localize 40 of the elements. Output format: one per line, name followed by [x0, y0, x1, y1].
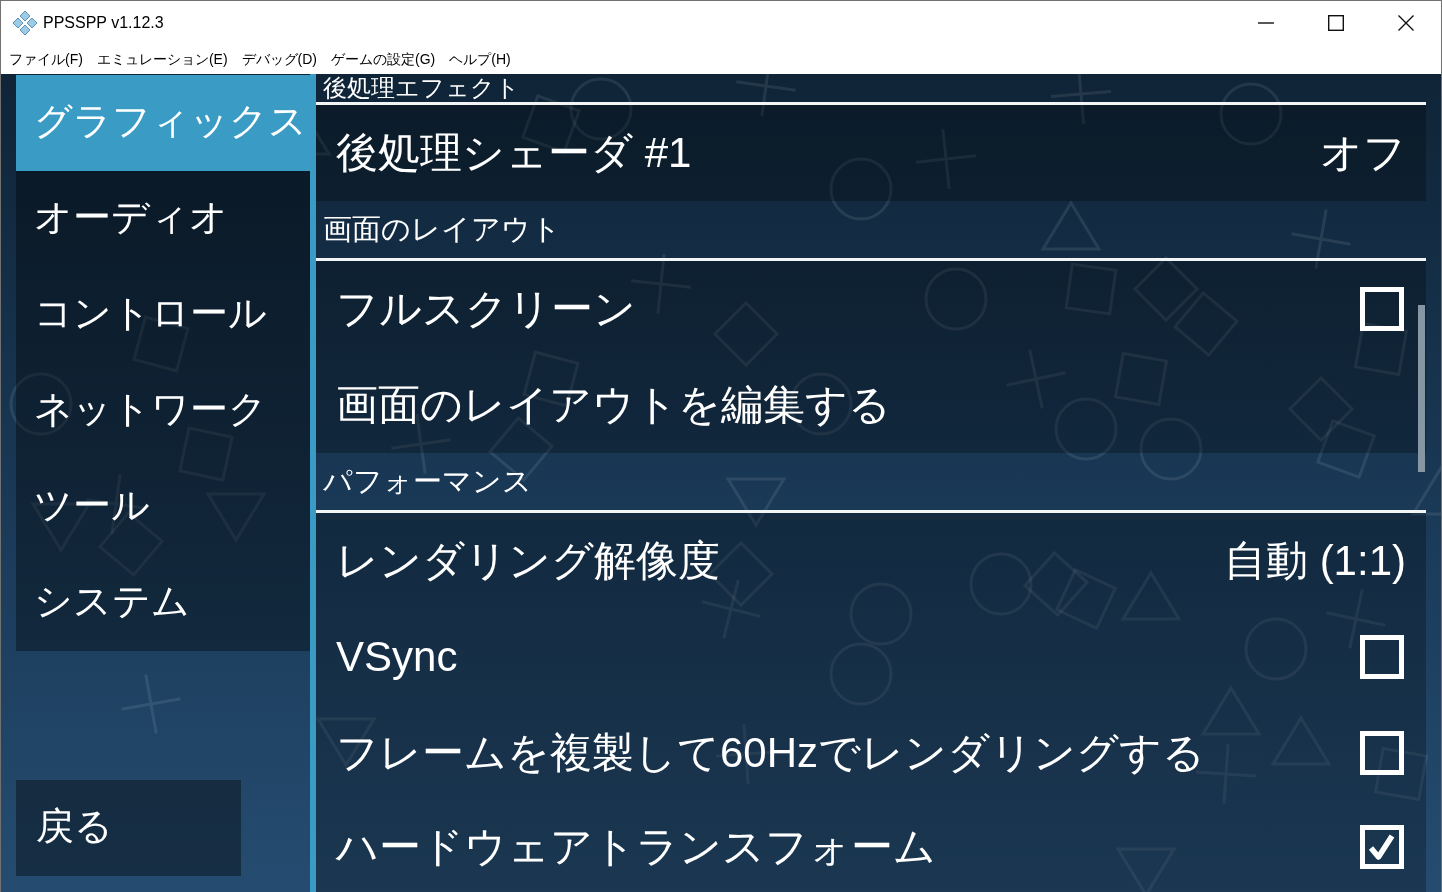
setting-row[interactable]: 画面のレイアウトを編集する	[316, 357, 1426, 453]
setting-value: オフ	[1320, 128, 1406, 178]
sidebar-tab[interactable]: コントロール	[16, 267, 310, 363]
checkbox[interactable]	[1360, 287, 1404, 331]
section-header: パフォーマンス	[323, 465, 532, 498]
setting-label: 画面のレイアウトを編集する	[336, 380, 892, 430]
setting-label: フレームを複製して60Hzでレンダリングする	[336, 728, 1207, 778]
menu-item[interactable]: ファイル(F)	[2, 45, 90, 74]
checkbox[interactable]	[1360, 635, 1404, 679]
setting-row[interactable]: ハードウェアトランスフォーム	[316, 801, 1426, 892]
scrollbar-thumb[interactable]	[1418, 305, 1425, 472]
app-icon	[12, 10, 38, 36]
setting-row[interactable]: VSync	[316, 609, 1426, 705]
maximize-icon	[1328, 15, 1344, 31]
checkbox[interactable]	[1360, 824, 1404, 869]
setting-label: レンダリング解像度	[336, 536, 721, 586]
close-icon	[1398, 15, 1414, 31]
menu-item[interactable]: ゲームの設定(G)	[324, 45, 443, 74]
setting-value: 自動 (1:1)	[1223, 536, 1406, 586]
setting-row[interactable]: フレームを複製して60Hzでレンダリングする	[316, 705, 1426, 801]
sidebar-tab[interactable]: ネットワーク	[16, 363, 310, 459]
setting-label: 後処理シェーダ #1	[336, 128, 693, 178]
setting-label: ハードウェアトランスフォーム	[336, 821, 937, 872]
checkbox[interactable]	[1360, 731, 1404, 775]
section-header: 後処理エフェクト	[323, 74, 520, 102]
setting-row[interactable]: レンダリング解像度 自動 (1:1)	[316, 513, 1426, 609]
sidebar-tab[interactable]: ツール	[16, 459, 310, 555]
setting-row[interactable]: フルスクリーン	[316, 261, 1426, 357]
setting-label: フルスクリーン	[336, 284, 637, 334]
menu-item[interactable]: ヘルプ(H)	[442, 45, 518, 74]
setting-label: VSync	[336, 633, 459, 681]
section-header: 画面のレイアウト	[323, 213, 561, 246]
setting-row[interactable]: 後処理シェーダ #1 オフ	[316, 105, 1426, 201]
window-title: PPSSPP v1.12.3	[43, 14, 164, 32]
menu-item[interactable]: デバッグ(D)	[234, 45, 324, 74]
menu-item[interactable]: エミュレーション(E)	[89, 45, 235, 74]
minimize-icon	[1258, 22, 1274, 24]
sidebar-tab[interactable]: オーディオ	[16, 171, 310, 267]
sidebar-tab[interactable]: システム	[16, 555, 310, 651]
back-button[interactable]: 戻る	[16, 780, 241, 876]
